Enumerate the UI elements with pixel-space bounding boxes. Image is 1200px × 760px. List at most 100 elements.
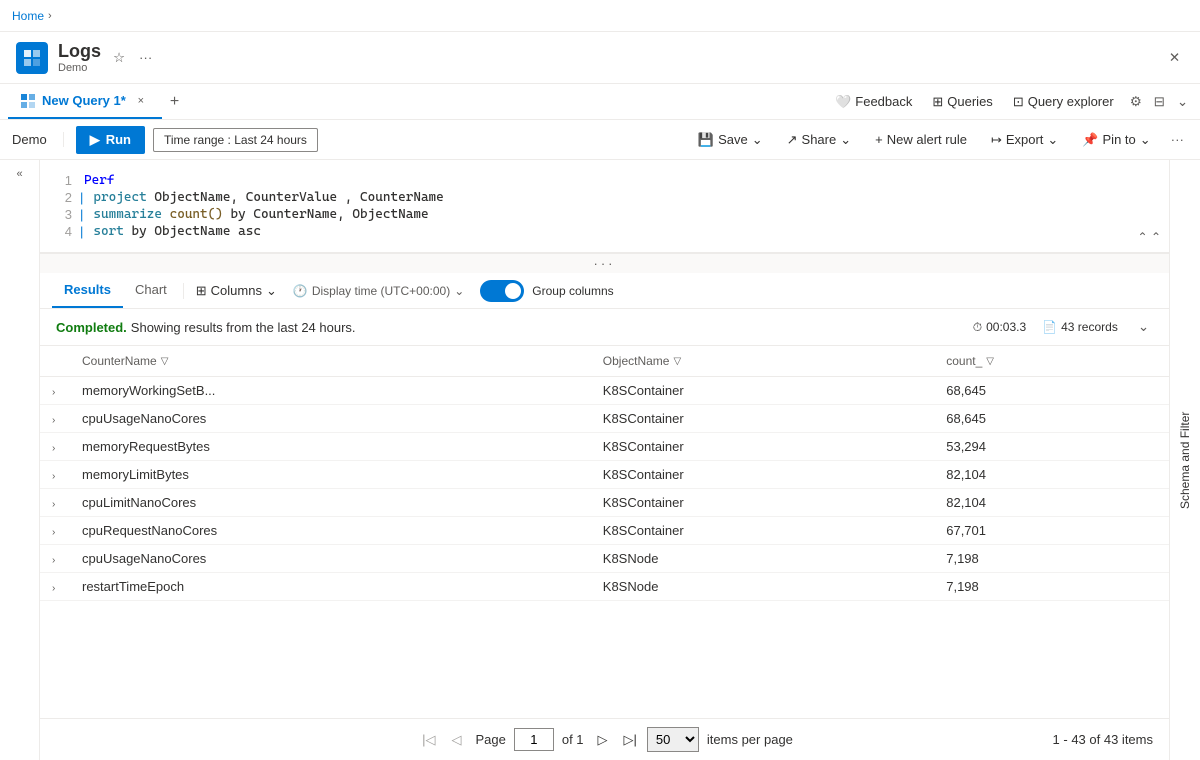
settings-button[interactable]: ⚙ — [1126, 90, 1146, 114]
page-of-label: of 1 — [562, 732, 584, 747]
code-content-4[interactable]: sort by ObjectName asc — [89, 224, 261, 239]
records-metric: 📄 43 records — [1042, 320, 1118, 334]
code-line-1: 1 Perf — [56, 172, 1153, 189]
counter-name-header[interactable]: CounterName ▽ — [70, 346, 591, 377]
code-content-2[interactable]: project ObjectName, CounterValue , Count… — [89, 190, 443, 205]
ellipsis-icon: ··· — [139, 50, 152, 65]
count-header[interactable]: count_ ▽ — [934, 346, 1169, 377]
object-name-cell-3: K8SContainer — [591, 461, 934, 489]
collapse-editor-button[interactable]: ⌃ ⌃ — [1138, 230, 1161, 244]
pin-chevron-icon: ⌄ — [1140, 132, 1151, 148]
counter-name-cell-6: cpuUsageNanoCores — [70, 545, 591, 573]
line-number-4: 4 — [56, 224, 80, 239]
row-expand-2[interactable]: › — [40, 433, 70, 461]
sidebar-schema-filter[interactable]: Schema and Filter — [1169, 160, 1200, 760]
row-expand-5[interactable]: › — [40, 517, 70, 545]
home-link[interactable]: Home — [12, 9, 44, 23]
feedback-button[interactable]: 🤍 Feedback — [827, 90, 920, 114]
collapse-left-icon[interactable]: « — [16, 168, 22, 180]
favorite-button[interactable]: ☆ — [109, 46, 129, 70]
display-time-chevron-icon: ⌄ — [454, 284, 464, 298]
table-row: › restartTimeEpoch K8SNode 7,198 — [40, 573, 1169, 601]
counter-name-label: CounterName — [82, 354, 157, 368]
counter-name-cell-1: cpuUsageNanoCores — [70, 405, 591, 433]
expand-button[interactable]: ⌄ — [1173, 90, 1192, 114]
display-time-button[interactable]: 🕐 Display time (UTC+00:00) ⌄ — [285, 280, 472, 302]
new-tab-button[interactable]: + — [162, 89, 187, 115]
row-chevron-1: › — [52, 415, 55, 426]
queries-button[interactable]: ⊞ Queries — [924, 90, 1000, 114]
save-button[interactable]: 💾 Save ⌄ — [690, 128, 771, 152]
left-panel-toggle[interactable]: « — [0, 160, 40, 760]
table-row: › memoryRequestBytes K8SContainer 53,294 — [40, 433, 1169, 461]
row-expand-1[interactable]: › — [40, 405, 70, 433]
time-range-button[interactable]: Time range : Last 24 hours — [153, 128, 318, 152]
more-options-button[interactable]: ··· — [135, 46, 156, 69]
expand-results-button[interactable]: ⌄ — [1134, 315, 1153, 339]
count-cell-6: 7,198 — [934, 545, 1169, 573]
query-editor: 1 Perf 2 | project ObjectName, CounterVa… — [40, 160, 1169, 253]
count-cell-2: 53,294 — [934, 433, 1169, 461]
object-name-cell-2: K8SContainer — [591, 433, 934, 461]
new-query-tab[interactable]: New Query 1* × — [8, 84, 162, 119]
pin-to-button[interactable]: 📌 Pin to ⌄ — [1074, 128, 1158, 152]
app-title-group: Logs Demo — [58, 41, 101, 74]
page-number-input[interactable] — [514, 728, 554, 751]
toolbar-more-button[interactable]: ··· — [1167, 128, 1188, 151]
object-name-filter-icon[interactable]: ▽ — [673, 356, 681, 367]
columns-chevron-icon: ⌄ — [266, 283, 277, 299]
run-button[interactable]: ▶ Run — [76, 126, 145, 154]
count-filter-icon[interactable]: ▽ — [986, 356, 994, 367]
results-area: Results Chart ⊞ Columns ⌄ 🕐 Display time… — [40, 273, 1169, 760]
counter-name-cell-7: restartTimeEpoch — [70, 573, 591, 601]
view-toggle-button[interactable]: ⊟ — [1150, 90, 1169, 114]
save-chevron-icon: ⌄ — [752, 132, 763, 148]
table-row: › memoryWorkingSetB... K8SContainer 68,6… — [40, 377, 1169, 405]
layout-icon: ⊟ — [1154, 94, 1165, 110]
tab-chart[interactable]: Chart — [123, 273, 179, 308]
next-page-button[interactable]: ▷ — [592, 728, 614, 752]
columns-button[interactable]: ⊞ Columns ⌄ — [188, 279, 285, 303]
share-icon: ↗ — [787, 132, 798, 148]
close-button[interactable]: ✕ — [1165, 46, 1184, 70]
expand-panel[interactable]: ··· — [40, 253, 1169, 273]
object-name-header[interactable]: ObjectName ▽ — [591, 346, 934, 377]
row-expand-3[interactable]: › — [40, 461, 70, 489]
breadcrumb-chevron: › — [48, 10, 52, 22]
pipe-3: | — [80, 207, 83, 222]
object-name-cell-1: K8SContainer — [591, 405, 934, 433]
code-block: 1 Perf 2 | project ObjectName, CounterVa… — [40, 168, 1169, 244]
tab-close-button[interactable]: × — [132, 92, 150, 110]
prev-page-button[interactable]: ◁ — [445, 728, 467, 752]
counter-name-filter-icon[interactable]: ▽ — [161, 356, 169, 367]
share-button[interactable]: ↗ Share ⌄ — [779, 128, 860, 152]
expand-col-header — [40, 346, 70, 377]
row-expand-0[interactable]: › — [40, 377, 70, 405]
row-expand-6[interactable]: › — [40, 545, 70, 573]
per-page-select[interactable]: 50 100 200 — [647, 727, 699, 752]
code-content-3[interactable]: summarize count() by CounterName, Object… — [89, 207, 428, 222]
count-cell-7: 7,198 — [934, 573, 1169, 601]
counter-name-cell-4: cpuLimitNanoCores — [70, 489, 591, 517]
table-row: › cpuUsageNanoCores K8SNode 7,198 — [40, 545, 1169, 573]
last-page-button[interactable]: ▷| — [618, 728, 643, 752]
export-button[interactable]: ↦ Export ⌄ — [983, 128, 1066, 152]
code-line-3: 3 | summarize count() by CounterName, Ob… — [56, 206, 1153, 223]
row-expand-4[interactable]: › — [40, 489, 70, 517]
app-header-actions: ☆ ··· — [109, 46, 156, 70]
code-content-1[interactable]: Perf — [80, 173, 114, 188]
query-explorer-button[interactable]: ⊡ Query explorer — [1005, 90, 1122, 114]
display-time-label: Display time (UTC+00:00) — [312, 284, 450, 298]
results-tabs: Results Chart ⊞ Columns ⌄ 🕐 Display time… — [40, 273, 1169, 309]
items-per-page-label: items per page — [707, 732, 793, 747]
row-expand-7[interactable]: › — [40, 573, 70, 601]
count-cell-0: 68,645 — [934, 377, 1169, 405]
tab-results[interactable]: Results — [52, 273, 123, 308]
new-alert-button[interactable]: + New alert rule — [867, 128, 975, 151]
query-explorer-label: Query explorer — [1028, 94, 1114, 109]
group-columns-toggle[interactable] — [480, 280, 524, 302]
first-page-button[interactable]: |◁ — [416, 728, 441, 752]
status-description: Showing results from the last 24 hours. — [131, 320, 356, 335]
object-name-cell-0: K8SContainer — [591, 377, 934, 405]
row-chevron-4: › — [52, 499, 55, 510]
